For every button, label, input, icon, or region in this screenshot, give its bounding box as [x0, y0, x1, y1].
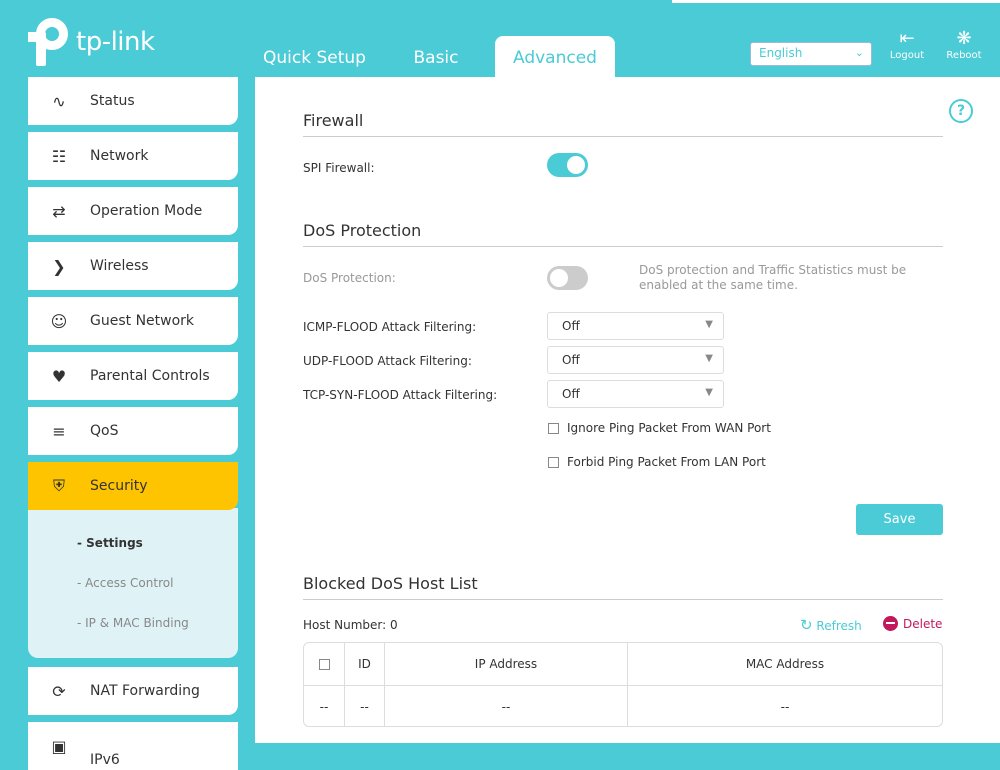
nat-icon: ⟳: [52, 681, 66, 701]
submenu-access-control[interactable]: - Access Control: [77, 576, 173, 590]
logout-button[interactable]: ⇤ Logout: [887, 28, 927, 61]
icmp-label: ICMP-FLOOD Attack Filtering:: [303, 320, 477, 334]
select-all-checkbox[interactable]: [304, 643, 345, 685]
sidebar-item-guest-network[interactable]: ☺ Guest Network: [28, 297, 238, 345]
refresh-button[interactable]: ↻ Refresh: [800, 616, 862, 634]
sidebar-label: Operation Mode: [90, 203, 203, 219]
checkbox-label: Ignore Ping Packet From WAN Port: [567, 421, 771, 435]
cell: --: [304, 686, 345, 727]
ignore-ping-wan-checkbox[interactable]: Ignore Ping Packet From WAN Port: [548, 421, 771, 435]
column-ip-address: IP Address: [385, 643, 628, 685]
sidebar-item-nat-forwarding[interactable]: ⟳ NAT Forwarding: [28, 667, 238, 715]
forbid-ping-lan-checkbox[interactable]: Forbid Ping Packet From LAN Port: [548, 455, 766, 469]
language-select[interactable]: English ⌄: [750, 42, 872, 66]
spi-firewall-label: SPI Firewall:: [303, 161, 375, 175]
brand-text: tp-link: [76, 27, 155, 57]
sidebar-label: Parental Controls: [90, 368, 210, 384]
submenu-settings[interactable]: - Settings: [77, 536, 143, 550]
blocked-list-heading: Blocked DoS Host List: [303, 574, 943, 600]
sidebar-label: Security: [90, 478, 148, 494]
cell: --: [345, 686, 385, 727]
dos-protection-label: DoS Protection:: [303, 271, 396, 285]
reboot-label: Reboot: [946, 50, 982, 61]
udp-value: Off: [562, 353, 580, 367]
sidebar-item-status[interactable]: ∿ Status: [28, 77, 238, 125]
sidebar-label: Status: [90, 93, 135, 109]
refresh-label: Refresh: [816, 619, 862, 633]
dos-note: DoS protection and Traffic Statistics mu…: [639, 263, 907, 292]
save-button[interactable]: Save: [856, 504, 943, 535]
ipv6-icon: ▣: [51, 736, 67, 756]
sidebar-item-security[interactable]: ⛨ Security: [28, 462, 238, 510]
pulse-icon: ∿: [52, 91, 66, 111]
logout-label: Logout: [889, 50, 925, 61]
delete-button[interactable]: Delete: [883, 616, 942, 631]
cell: --: [385, 686, 628, 727]
column-id: ID: [345, 643, 385, 685]
qos-icon: ≡: [52, 421, 66, 441]
blocked-host-table: ID IP Address MAC Address -- -- -- --: [303, 642, 943, 727]
sidebar-label: Network: [90, 148, 149, 164]
dos-protection-toggle[interactable]: [547, 266, 588, 290]
logout-icon: ⇤: [899, 28, 915, 49]
help-icon[interactable]: ?: [949, 99, 973, 123]
tcp-syn-value: Off: [562, 387, 580, 401]
tab-basic[interactable]: Basic: [400, 36, 472, 77]
firewall-heading: Firewall: [303, 111, 943, 137]
udp-label: UDP-FLOOD Attack Filtering:: [303, 354, 472, 368]
sidebar-item-ipv6[interactable]: ▣ IPv6: [28, 722, 238, 770]
sidebar-item-network[interactable]: ☷ Network: [28, 132, 238, 180]
dropdown-arrow-icon: ▼: [705, 353, 713, 364]
dropdown-arrow-icon: ▼: [705, 319, 713, 330]
sidebar-item-operation-mode[interactable]: ⇄ Operation Mode: [28, 187, 238, 235]
language-value: English: [759, 46, 803, 60]
wifi-icon: ❯: [52, 256, 66, 276]
dropdown-arrow-icon: ▼: [705, 387, 713, 398]
checkbox-label: Forbid Ping Packet From LAN Port: [567, 455, 766, 469]
tcp-syn-select[interactable]: Off ▼: [547, 380, 724, 408]
sidebar-label: QoS: [90, 423, 119, 439]
sidebar-item-qos[interactable]: ≡ QoS: [28, 407, 238, 455]
delete-label: Delete: [903, 616, 943, 631]
cell: --: [780, 700, 790, 714]
shield-icon: ⛨: [52, 476, 65, 495]
chevron-down-icon: ⌄: [854, 46, 864, 59]
reboot-icon: ❋: [956, 28, 972, 49]
table-header: ID IP Address MAC Address: [304, 643, 942, 685]
tab-advanced[interactable]: Advanced: [495, 36, 615, 77]
sidebar-item-parental-controls[interactable]: ♥ Parental Controls: [28, 352, 238, 400]
guest-icon: ☺: [50, 311, 68, 331]
icmp-value: Off: [562, 319, 580, 333]
column-mac-address: MAC Address: [745, 657, 825, 671]
family-icon: ♥: [51, 366, 67, 386]
reboot-button[interactable]: ❋ Reboot: [944, 28, 984, 61]
submenu-ip-mac-binding[interactable]: - IP & MAC Binding: [77, 616, 189, 630]
table-row: -- -- -- --: [304, 685, 942, 727]
delete-icon: [883, 616, 898, 631]
udp-select[interactable]: Off ▼: [547, 346, 724, 374]
icmp-select[interactable]: Off ▼: [547, 312, 724, 340]
top-strip: [672, 0, 1000, 3]
sidebar-item-wireless[interactable]: ❯ Wireless: [28, 242, 238, 290]
sidebar-label: IPv6: [90, 752, 120, 768]
host-number: Host Number: 0: [303, 618, 398, 632]
main-panel: ? Firewall SPI Firewall: DoS Protection …: [255, 77, 1000, 743]
mode-icon: ⇄: [52, 201, 66, 221]
sidebar-label: NAT Forwarding: [90, 683, 200, 699]
dos-heading: DoS Protection: [303, 221, 943, 247]
sidebar-label: Guest Network: [90, 313, 195, 329]
tab-quick-setup[interactable]: Quick Setup: [262, 36, 367, 77]
network-icon: ☷: [51, 146, 67, 166]
refresh-icon: ↻: [800, 616, 813, 634]
sidebar-label: Wireless: [90, 258, 149, 274]
spi-firewall-toggle[interactable]: [547, 153, 588, 177]
tcp-syn-label: TCP-SYN-FLOOD Attack Filtering:: [303, 388, 498, 402]
tp-link-logo: tp-link: [28, 18, 155, 66]
